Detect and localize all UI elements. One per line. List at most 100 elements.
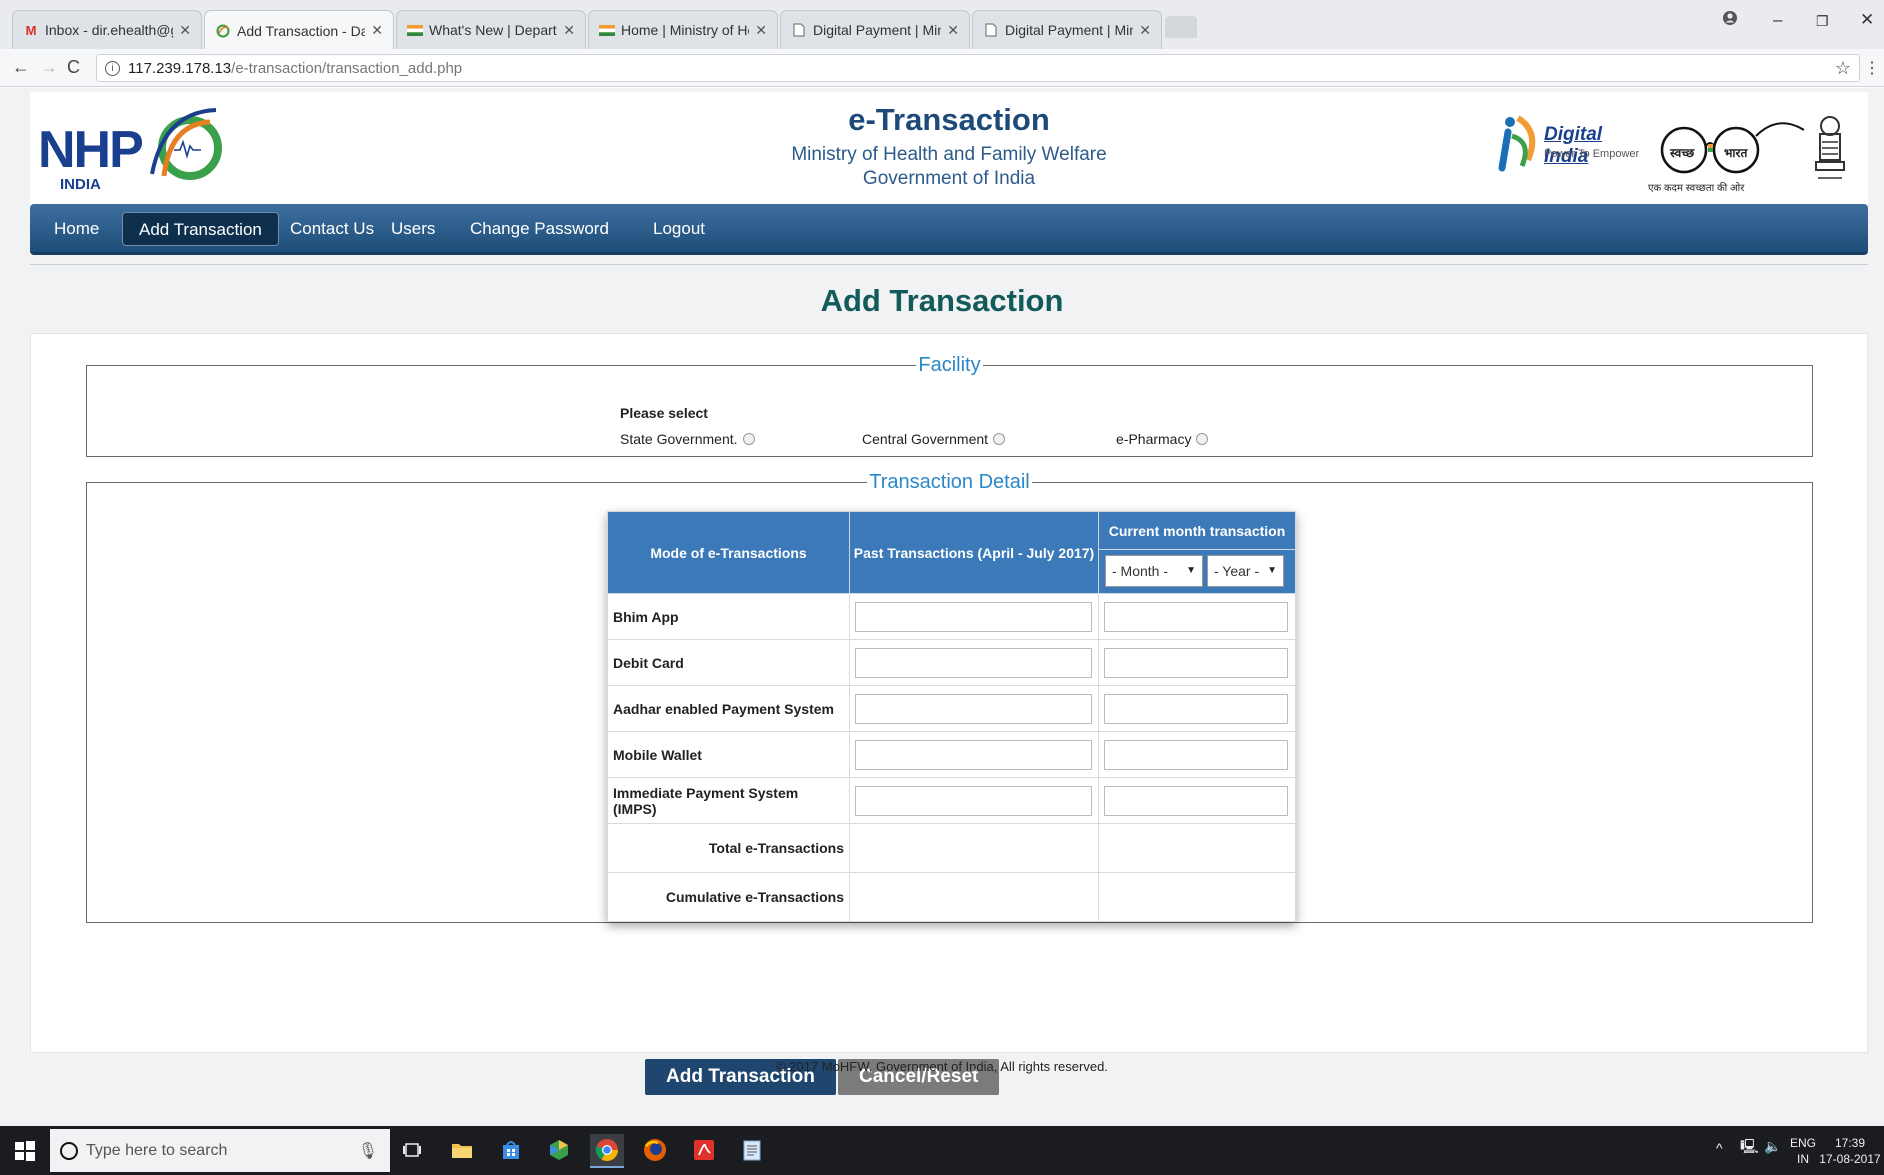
tab-label: Add Transaction - Dashb <box>237 22 366 39</box>
row-label-imps: Immediate Payment System (IMPS) <box>606 777 851 824</box>
main-nav: Home Add Transaction Contact Us Users Ch… <box>30 204 1868 255</box>
chrome-icon[interactable] <box>590 1134 624 1168</box>
web-page: NHP INDIA e-Transaction Ministry of Heal… <box>0 88 1884 1126</box>
table-row: Cumulative e-Transactions <box>606 872 1296 922</box>
minimize-icon[interactable]: – <box>1773 10 1782 30</box>
address-bar: ← → C i 117.239.178.13/e-transaction/tra… <box>0 49 1884 87</box>
nav-home[interactable]: Home <box>38 212 115 246</box>
imps-past-input[interactable] <box>855 785 1093 816</box>
firefox-icon[interactable] <box>638 1134 672 1168</box>
bhim-current-input[interactable] <box>1104 601 1288 632</box>
row-label-cumulative: Cumulative e-Transactions <box>606 872 851 922</box>
close-icon[interactable]: ✕ <box>1139 22 1151 39</box>
browser-tab[interactable]: Digital Payment | Ministr ✕ <box>780 10 970 49</box>
mobile-wallet-current-input[interactable] <box>1104 739 1288 770</box>
taskbar-search-input[interactable]: Type here to search 🎙 <box>50 1129 390 1172</box>
aeps-current-input[interactable] <box>1104 693 1288 724</box>
row-label-aeps: Aadhar enabled Payment System <box>606 685 851 732</box>
nav-add-transaction[interactable]: Add Transaction <box>122 212 279 246</box>
task-view-icon[interactable] <box>395 1134 429 1168</box>
language-indicator[interactable]: ENG IN <box>1790 1135 1816 1167</box>
store-icon[interactable] <box>494 1134 528 1168</box>
bhim-past-input[interactable] <box>855 601 1093 632</box>
imps-current-input[interactable] <box>1104 785 1288 816</box>
nav-logout[interactable]: Logout <box>637 212 721 246</box>
bharat-text: भारत <box>1724 146 1748 160</box>
debit-card-current-input[interactable] <box>1104 647 1288 678</box>
bookmark-star-icon[interactable]: ☆ <box>1835 58 1851 79</box>
radio-state-government[interactable] <box>742 433 755 445</box>
microphone-icon[interactable]: 🎙 <box>358 1141 378 1161</box>
close-icon[interactable]: ✕ <box>179 22 191 39</box>
browser-tab[interactable]: Home | Ministry of Healt ✕ <box>588 10 778 49</box>
row-label-total: Total e-Transactions <box>606 823 851 873</box>
aeps-past-input[interactable] <box>855 693 1093 724</box>
row-label-debit-card: Debit Card <box>606 639 851 686</box>
period-selects: - Month - ▼ - Year - ▼ <box>1098 549 1296 594</box>
swachh-text: स्वच्छ <box>1670 146 1695 160</box>
footer-copyright: © 2017 MoHFW, Government of India, All r… <box>776 1059 1108 1074</box>
radio-central-government[interactable] <box>993 433 1006 445</box>
acrobat-icon[interactable] <box>687 1134 721 1168</box>
nav-change-password[interactable]: Change Password <box>454 212 625 246</box>
digital-india-icon <box>1498 115 1536 172</box>
file-explorer-icon[interactable] <box>445 1134 479 1168</box>
transaction-fieldset: Transaction Detail Mode of e-Transaction… <box>86 471 1813 923</box>
total-past-value <box>849 823 1099 873</box>
tray-chevron-icon[interactable]: ^ <box>1716 1140 1723 1156</box>
profile-icon[interactable] <box>1722 10 1738 31</box>
notepad-icon[interactable] <box>735 1134 769 1168</box>
back-arrow-icon[interactable]: ← <box>12 57 30 78</box>
digital-india-logo[interactable]: Digital India Power To Empower <box>1488 104 1648 176</box>
swachh-caption: एक कदम स्वच्छता की ओर <box>1648 183 1745 194</box>
close-icon[interactable]: ✕ <box>563 22 575 39</box>
volume-icon[interactable]: 🔈 <box>1764 1138 1781 1154</box>
mobile-wallet-past-input[interactable] <box>855 739 1093 770</box>
nav-contact-us[interactable]: Contact Us <box>274 212 390 246</box>
window-close-icon[interactable]: ✕ <box>1860 10 1874 30</box>
row-label-bhim: Bhim App <box>606 593 851 640</box>
browser-tab[interactable]: What's New | Departmen ✕ <box>396 10 586 49</box>
url-path: /e-transaction/transaction_add.php <box>231 59 463 77</box>
restore-icon[interactable]: ❐ <box>1816 13 1829 30</box>
facility-option-central[interactable]: Central Government <box>862 431 1006 447</box>
network-icon[interactable]: 🖳 <box>1740 1138 1759 1154</box>
month-select[interactable]: - Month - ▼ <box>1105 554 1203 587</box>
digital-india-text: Digital India <box>1544 124 1603 167</box>
app-shield-icon[interactable] <box>542 1134 576 1168</box>
info-icon[interactable]: i <box>105 60 120 76</box>
swachh-bharat-logo[interactable]: स्वच्छ भारत एक कदम स्वच्छता की ओर <box>1648 110 1808 196</box>
table-row: Mobile Wallet <box>606 731 1296 778</box>
transaction-legend: Transaction Detail <box>869 471 1030 493</box>
close-icon[interactable]: ✕ <box>755 22 767 39</box>
url-input[interactable]: i 117.239.178.13/e-transaction/transacti… <box>96 54 1860 82</box>
clock[interactable]: 17:39 17-08-2017 <box>1818 1135 1882 1167</box>
table-row: Aadhar enabled Payment System <box>606 685 1296 732</box>
forward-arrow-icon[interactable]: → <box>40 57 58 78</box>
gmail-icon: M <box>25 22 37 38</box>
browser-tab[interactable]: M Inbox - dir.ehealth@gm ✕ <box>12 10 202 49</box>
nav-users[interactable]: Users <box>375 212 451 246</box>
browser-tab-active[interactable]: Add Transaction - Dashb ✕ <box>204 10 394 50</box>
total-current-value <box>1098 823 1296 873</box>
facility-option-state[interactable]: State Government. <box>620 431 755 447</box>
region-code: IN <box>1797 1152 1809 1166</box>
close-icon[interactable]: ✕ <box>947 22 959 39</box>
year-select[interactable]: - Year - ▼ <box>1207 554 1284 587</box>
cortana-icon <box>60 1141 78 1160</box>
tab-label: What's New | Departmen <box>429 22 557 38</box>
close-icon[interactable]: ✕ <box>371 22 383 39</box>
windows-start-icon[interactable] <box>14 1140 36 1162</box>
facility-option-epharmacy[interactable]: e-Pharmacy <box>1116 431 1209 447</box>
radio-e-pharmacy[interactable] <box>1196 433 1209 445</box>
radio-label: e-Pharmacy <box>1116 431 1192 447</box>
year-select-value: - Year - <box>1214 562 1260 579</box>
new-tab-button[interactable] <box>1165 16 1197 38</box>
table-row: Immediate Payment System (IMPS) <box>606 777 1296 824</box>
browser-tab[interactable]: Digital Payment | Ministr ✕ <box>972 10 1162 49</box>
facility-legend: Facility <box>918 354 981 376</box>
document-icon <box>791 22 807 38</box>
debit-card-past-input[interactable] <box>855 647 1093 678</box>
reload-icon[interactable]: C <box>67 57 80 78</box>
menu-kebab-icon[interactable]: ⋮ <box>1864 58 1880 78</box>
